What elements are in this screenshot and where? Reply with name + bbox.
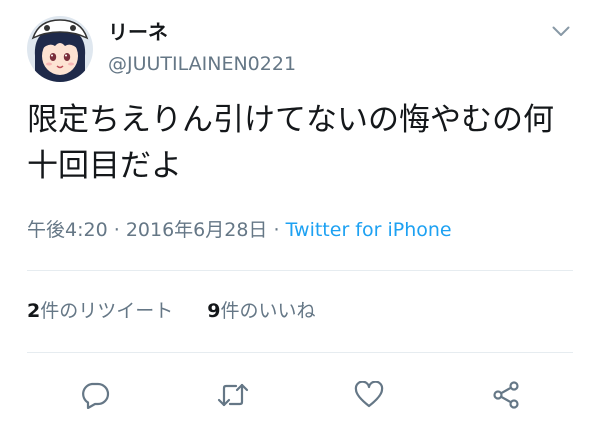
action-bar (0, 378, 600, 412)
divider (27, 270, 573, 271)
chevron-down-icon[interactable] (548, 18, 574, 44)
tweet-date[interactable]: 2016年6月28日 (126, 219, 268, 241)
heart-icon[interactable] (352, 378, 386, 412)
retweet-icon[interactable] (216, 378, 250, 412)
retweets-stat[interactable]: 2件のリツイート (27, 298, 173, 324)
user-handle[interactable]: @JUUTILAINEN0221 (108, 52, 296, 76)
likes-label: 件のいいね (220, 300, 316, 322)
retweets-label: 件のリツイート (40, 300, 174, 322)
retweets-count: 2 (27, 300, 41, 322)
display-name[interactable]: リーネ (108, 19, 168, 45)
reply-icon[interactable] (78, 378, 112, 412)
likes-stat[interactable]: 9件のいいね (207, 298, 315, 324)
share-icon[interactable] (489, 378, 523, 412)
tweet-time[interactable]: 午後4:20 (27, 219, 108, 241)
avatar[interactable] (27, 16, 93, 82)
meta-separator: · (273, 219, 280, 241)
likes-count: 9 (207, 300, 221, 322)
tweet-detail: リーネ @JUUTILAINEN0221 限定ちえりん引けてないの悔やむの何十回… (0, 0, 600, 432)
meta-separator: · (113, 219, 120, 241)
engagement-stats: 2件のリツイート 9件のいいね (27, 298, 316, 324)
tweet-text: 限定ちえりん引けてないの悔やむの何十回目だよ (27, 102, 554, 184)
divider (27, 352, 573, 353)
tweet-meta: 午後4:20 · 2016年6月28日 · Twitter for iPhone (27, 217, 452, 243)
tweet-source-link[interactable]: Twitter for iPhone (286, 219, 452, 241)
avatar-image (27, 16, 93, 82)
